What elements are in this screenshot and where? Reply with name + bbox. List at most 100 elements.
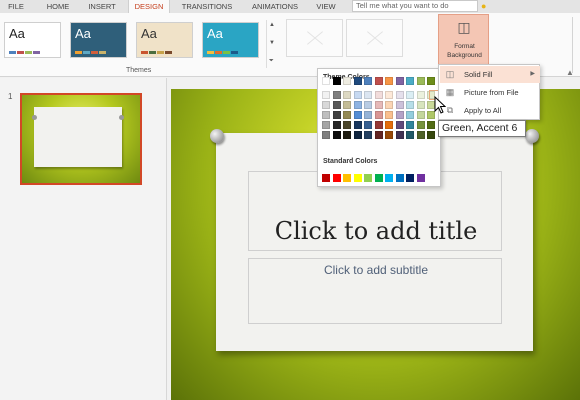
theme-thumbnail[interactable]: Aa [4, 22, 61, 58]
color-swatch[interactable] [322, 91, 330, 99]
color-swatch[interactable] [332, 121, 341, 129]
theme-thumbnail[interactable]: Aa [136, 22, 193, 58]
color-swatch[interactable] [353, 121, 362, 129]
color-swatch[interactable] [353, 91, 362, 99]
theme-thumbnail[interactable]: Aa [70, 22, 127, 58]
standard-color-swatch[interactable] [332, 174, 341, 182]
color-swatch[interactable] [343, 77, 351, 85]
more-icon[interactable]: ⏷ [269, 58, 274, 65]
color-swatch[interactable] [427, 77, 435, 85]
color-swatch[interactable] [364, 91, 372, 99]
color-swatch[interactable] [322, 101, 330, 109]
color-swatch[interactable] [395, 111, 404, 119]
color-swatch[interactable] [343, 91, 351, 99]
variant-thumbnail[interactable] [346, 19, 403, 57]
tab-view[interactable]: VIEW [308, 0, 344, 13]
color-swatch[interactable] [374, 131, 383, 139]
menu-item-solid-fill[interactable]: ◫ Solid Fill ▶ [440, 66, 540, 83]
color-swatch[interactable] [332, 131, 341, 139]
color-swatch[interactable] [343, 111, 351, 119]
color-swatch[interactable] [343, 101, 351, 109]
scroll-up-icon[interactable]: ▲ [566, 68, 578, 82]
color-swatch[interactable] [406, 77, 414, 85]
standard-color-swatch[interactable] [385, 174, 393, 182]
color-swatch[interactable] [364, 121, 372, 129]
color-swatch[interactable] [395, 121, 404, 129]
color-swatch[interactable] [406, 91, 414, 99]
color-swatch[interactable] [416, 101, 425, 109]
color-swatch[interactable] [385, 101, 393, 109]
color-swatch[interactable] [395, 131, 404, 139]
color-swatch[interactable] [406, 121, 414, 129]
standard-color-swatch[interactable] [374, 174, 383, 182]
tell-me-input[interactable]: Tell me what you want to do [352, 0, 478, 12]
standard-color-swatch[interactable] [353, 174, 362, 182]
slide-thumbnail[interactable] [20, 93, 142, 185]
color-swatch[interactable] [332, 91, 341, 99]
tab-animations[interactable]: ANIMATIONS [244, 0, 306, 13]
color-swatch[interactable] [353, 101, 362, 109]
color-swatch[interactable] [416, 91, 425, 99]
menu-item-picture-from-file[interactable]: ▦ Picture from File [440, 84, 540, 101]
color-swatch[interactable] [385, 111, 393, 119]
color-swatch[interactable] [364, 77, 372, 85]
color-swatch[interactable] [374, 101, 383, 109]
color-swatch[interactable] [322, 131, 330, 139]
color-swatch[interactable] [406, 101, 414, 109]
color-swatch[interactable] [395, 91, 404, 99]
format-background-label: Format Background [447, 43, 482, 59]
tab-design[interactable]: DESIGN [128, 0, 170, 13]
color-swatch[interactable] [332, 77, 341, 85]
color-swatch[interactable] [353, 131, 362, 139]
color-swatch[interactable] [406, 131, 414, 139]
tab-insert[interactable]: INSERT [80, 0, 124, 13]
themes-gallery-scroll[interactable]: ▲ ▼ ⏷ [266, 20, 276, 68]
color-swatch[interactable] [374, 111, 383, 119]
color-swatch[interactable] [395, 77, 404, 85]
subtitle-placeholder[interactable]: Click to add subtitle [248, 258, 502, 324]
color-swatch[interactable] [322, 77, 330, 85]
color-swatch[interactable] [374, 91, 383, 99]
color-swatch[interactable] [343, 131, 351, 139]
scroll-up-icon[interactable]: ▲ [269, 22, 275, 28]
color-swatch[interactable] [364, 111, 372, 119]
color-swatch[interactable] [353, 111, 362, 119]
standard-color-swatch[interactable] [343, 174, 351, 182]
color-swatch[interactable] [406, 111, 414, 119]
color-swatch[interactable] [353, 77, 362, 85]
color-swatch[interactable] [374, 121, 383, 129]
theme-swatch [141, 51, 148, 54]
color-swatch[interactable] [385, 131, 393, 139]
tab-home[interactable]: HOME [38, 0, 78, 13]
color-swatch[interactable] [385, 121, 393, 129]
color-swatch[interactable] [364, 131, 372, 139]
color-swatch[interactable] [364, 101, 372, 109]
standard-color-swatch[interactable] [416, 174, 425, 182]
color-swatch[interactable] [427, 121, 435, 129]
color-swatch[interactable] [385, 77, 393, 85]
color-swatch[interactable] [416, 121, 425, 129]
color-swatch[interactable] [395, 101, 404, 109]
tab-file[interactable]: FILE [0, 0, 32, 13]
variant-thumbnail[interactable] [286, 19, 343, 57]
color-swatch[interactable] [374, 77, 383, 85]
theme-thumbnail[interactable]: Aa [202, 22, 259, 58]
color-swatch[interactable] [416, 111, 425, 119]
standard-color-swatch[interactable] [364, 174, 372, 182]
color-swatch[interactable] [416, 77, 425, 85]
color-swatch[interactable] [385, 91, 393, 99]
color-swatch[interactable] [427, 131, 435, 139]
tab-transitions[interactable]: TRANSITIONS [172, 0, 242, 13]
color-swatch[interactable] [322, 111, 330, 119]
color-swatch[interactable] [332, 101, 341, 109]
mouse-cursor-icon [434, 96, 446, 114]
color-swatch[interactable] [416, 131, 425, 139]
standard-color-swatch[interactable] [322, 174, 330, 182]
color-swatch[interactable] [343, 121, 351, 129]
color-swatch[interactable] [322, 121, 330, 129]
standard-color-swatch[interactable] [406, 174, 414, 182]
menu-item-apply-to-all[interactable]: ⧉ Apply to All [440, 102, 540, 119]
scroll-down-icon[interactable]: ▼ [269, 40, 275, 46]
color-swatch[interactable] [332, 111, 341, 119]
standard-color-swatch[interactable] [395, 174, 404, 182]
